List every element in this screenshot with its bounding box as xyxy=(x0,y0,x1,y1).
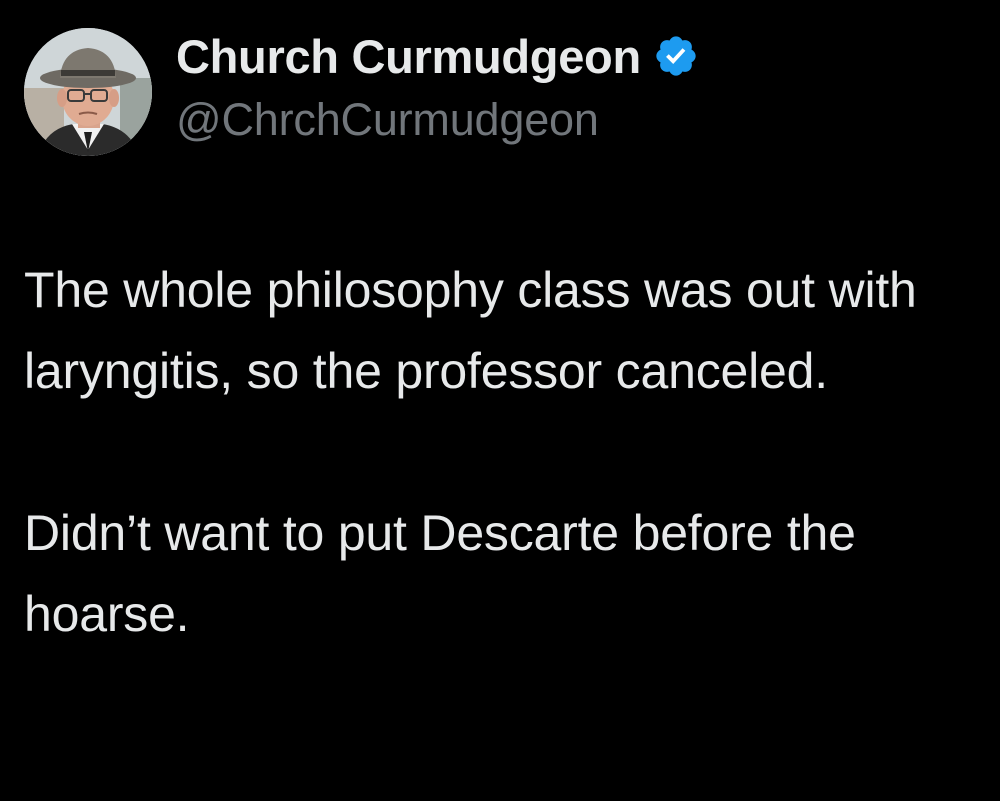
tweet-text: The whole philosophy class was out with … xyxy=(24,250,979,655)
author-name-row: Church Curmudgeon xyxy=(176,28,699,84)
verified-badge-icon[interactable] xyxy=(653,33,699,79)
tweet: Church Curmudgeon @ChrchCurmudgeon The w… xyxy=(0,0,1000,801)
author-handle[interactable]: @ChrchCurmudgeon xyxy=(176,94,599,146)
tweet-paragraph-2: Didn’t want to put Descarte before the h… xyxy=(24,505,856,642)
avatar-photo-icon xyxy=(24,28,152,156)
avatar[interactable] xyxy=(24,28,152,156)
tweet-paragraph-1: The whole philosophy class was out with … xyxy=(24,262,917,399)
display-name[interactable]: Church Curmudgeon xyxy=(176,29,641,84)
